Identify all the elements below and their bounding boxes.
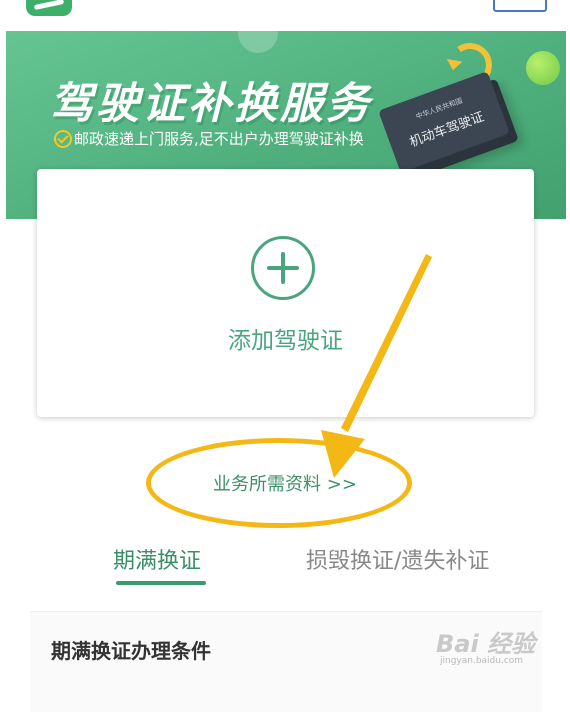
required-docs-link[interactable]: 业务所需资料 >> xyxy=(150,470,420,500)
top-action-button[interactable] xyxy=(493,0,547,12)
section-title: 期满换证办理条件 xyxy=(51,639,211,663)
banner-title: 驾驶证补换服务 xyxy=(50,79,372,129)
decorative-ball xyxy=(526,51,560,85)
add-license-label[interactable]: 添加驾驶证 xyxy=(37,321,534,355)
check-circle-icon xyxy=(54,130,72,148)
active-tab-indicator xyxy=(116,581,206,585)
baidu-watermark: Bai 经验 xyxy=(436,630,536,658)
add-license-card[interactable]: 添加驾驶证 xyxy=(37,169,534,417)
app-logo-icon xyxy=(26,0,72,16)
tab-renewal-expiry[interactable]: 期满换证 xyxy=(113,543,201,575)
decorative-circle xyxy=(238,31,278,53)
watermark-url: jingyan.baidu.com xyxy=(440,656,524,666)
license-book-illustration: 中华人民共和国 机动车驾驶证 xyxy=(378,71,510,173)
banner-subtitle: 邮政速递上门服务,足不出户办理驾驶证补换 xyxy=(74,130,364,148)
plus-circle-icon[interactable] xyxy=(251,236,315,300)
top-bar xyxy=(0,0,570,31)
tab-damage-loss[interactable]: 损毁换证/遗失补证 xyxy=(306,543,489,575)
